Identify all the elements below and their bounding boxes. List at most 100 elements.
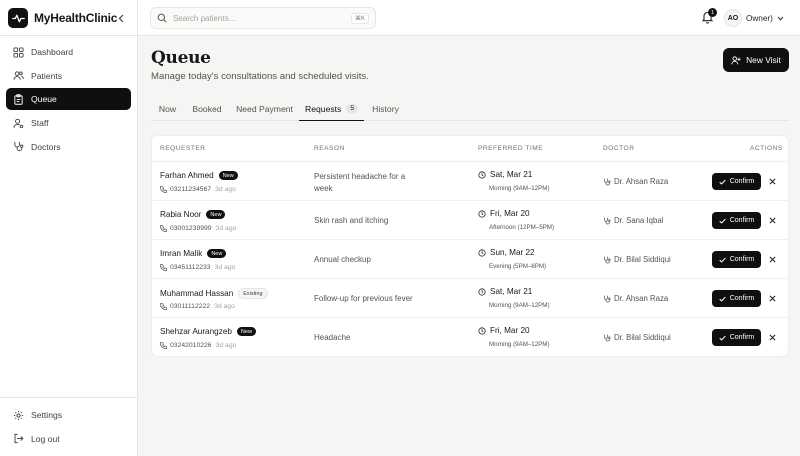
tab-label: Booked [192, 104, 222, 114]
add-user-icon [731, 55, 741, 65]
requester-name: Rabia Noor [160, 210, 202, 219]
sidebar-item-doctors[interactable]: Doctors [6, 136, 131, 158]
requester-phone: 03011112222 [170, 303, 211, 310]
close-icon[interactable] [767, 254, 777, 264]
status-badge: New [236, 327, 256, 336]
search-bar[interactable]: ⌘K [150, 7, 376, 29]
tab-now[interactable]: Now [151, 97, 184, 121]
confirm-button[interactable]: Confirm [712, 251, 761, 268]
request-reason: Follow-up for previous fever [314, 294, 413, 303]
sidebar-item-label: Patients [31, 70, 63, 81]
sidebar-divider [0, 397, 138, 398]
check-icon [719, 335, 726, 341]
check-icon [719, 179, 726, 185]
confirm-label: Confirm [729, 178, 755, 185]
requester-name: Shehzar Aurangzeb [160, 327, 232, 336]
sidebar-item-dashboard[interactable]: Dashboard [6, 41, 131, 63]
phone-icon [160, 342, 167, 349]
stethoscope-icon [603, 334, 611, 342]
brand[interactable]: MyHealthClinic [8, 8, 117, 28]
clock-icon [478, 248, 486, 257]
confirm-button[interactable]: Confirm [712, 173, 761, 190]
chevron-left-icon[interactable] [116, 11, 126, 25]
clock-icon [478, 170, 486, 179]
sidebar-item-logout[interactable]: Log out [6, 428, 131, 450]
sidebar-item-queue[interactable]: Queue [6, 88, 131, 111]
notifications-button[interactable]: 1 [701, 8, 717, 24]
request-reason: Persistent headache for a week [314, 172, 406, 193]
sidebar-item-label: Settings [31, 410, 63, 420]
table-row: Muhammad Hassan Existing 03011112222 3d … [152, 279, 788, 318]
heartbeat-icon [8, 8, 28, 28]
search-shortcut: ⌘K [350, 12, 369, 24]
tab-history[interactable]: History [364, 97, 407, 121]
confirm-label: Confirm [729, 217, 755, 224]
preferred-slot: Morning (9AM–12PM) [489, 185, 550, 192]
confirm-label: Confirm [729, 256, 755, 263]
user-role: Owner) [746, 13, 773, 23]
search-input[interactable] [173, 13, 351, 23]
requester-phone: 03001239999 [170, 225, 212, 232]
logout-icon [12, 433, 24, 445]
requester-name: Imran Malik [160, 249, 203, 258]
preferred-slot: Afternoon (12PM–5PM) [489, 224, 554, 231]
sidebar-divider [0, 35, 138, 36]
sidebar: MyHealthClinic Dashboard Patients Queue [0, 0, 138, 456]
request-age: 3d ago [215, 186, 236, 193]
status-badge: New [207, 249, 227, 258]
requester-name: Muhammad Hassan [160, 289, 234, 298]
clock-icon [478, 326, 486, 335]
requester-phone: 03211234567 [170, 186, 212, 193]
topbar: ⌘K 1 AO Owner) [138, 0, 800, 36]
requests-table: REQUESTER REASON PREFERRED TIME DOCTOR A… [151, 135, 789, 357]
column-header-doctor: DOCTOR [603, 145, 635, 152]
clipboard-icon [12, 93, 24, 105]
tab-label: History [372, 104, 399, 114]
table-row: Farhan Ahmed New 03211234567 3d ago Pers… [152, 162, 788, 201]
user-menu[interactable]: AO Owner) [724, 8, 784, 28]
new-visit-button[interactable]: New Visit [723, 48, 789, 72]
close-icon[interactable] [767, 293, 777, 303]
preferred-date: Fri, Mar 20 [490, 326, 530, 335]
tab-label: Now [158, 104, 177, 114]
doctor-name: Dr. Ahsan Raza [614, 294, 669, 303]
confirm-button[interactable]: Confirm [712, 212, 761, 229]
preferred-slot: Morning (9AM–12PM) [489, 302, 550, 309]
brand-name: MyHealthClinic [34, 11, 118, 25]
users-icon [12, 70, 24, 82]
check-icon [719, 218, 726, 224]
column-header-reason: REASON [314, 145, 345, 152]
tab-booked[interactable]: Booked [184, 97, 230, 121]
column-header-preferred-time: PREFERRED TIME [478, 145, 544, 152]
preferred-date: Sun, Mar 22 [490, 248, 535, 257]
request-reason: Skin rash and itching [314, 216, 389, 225]
phone-icon [160, 186, 167, 193]
new-visit-label: New Visit [746, 55, 781, 65]
table-row: Imran Malik New 03451112233 3d ago Annua… [152, 240, 788, 279]
tab-need-payment[interactable]: Need Payment [230, 97, 299, 121]
sidebar-item-settings[interactable]: Settings [6, 404, 131, 426]
clock-icon [478, 287, 486, 296]
column-header-actions: ACTIONS [750, 145, 783, 152]
confirm-button[interactable]: Confirm [712, 290, 761, 307]
queue-tabs: Now Booked Need Payment Requests 5 Histo… [151, 97, 789, 121]
sidebar-item-patients[interactable]: Patients [6, 65, 131, 87]
close-icon[interactable] [767, 176, 777, 186]
request-age: 3d ago [215, 225, 237, 232]
request-reason: Annual checkup [314, 255, 371, 264]
close-icon[interactable] [767, 215, 777, 225]
check-icon [719, 257, 726, 263]
phone-icon [160, 303, 167, 310]
page-title: Queue [151, 48, 211, 68]
sidebar-item-staff[interactable]: Staff [6, 112, 131, 134]
confirm-button[interactable]: Confirm [712, 329, 761, 346]
request-age: 3d ago [214, 303, 235, 310]
tab-label: Requests [305, 103, 342, 114]
tab-requests[interactable]: Requests 5 [299, 97, 364, 121]
close-icon[interactable] [767, 332, 777, 342]
sidebar-nav: Dashboard Patients Queue Staff Doctors [6, 41, 131, 159]
gear-icon [12, 409, 24, 421]
preferred-slot: Evening (5PM–8PM) [489, 263, 547, 270]
sidebar-item-label: Queue [31, 94, 57, 105]
grid-icon [12, 46, 24, 58]
